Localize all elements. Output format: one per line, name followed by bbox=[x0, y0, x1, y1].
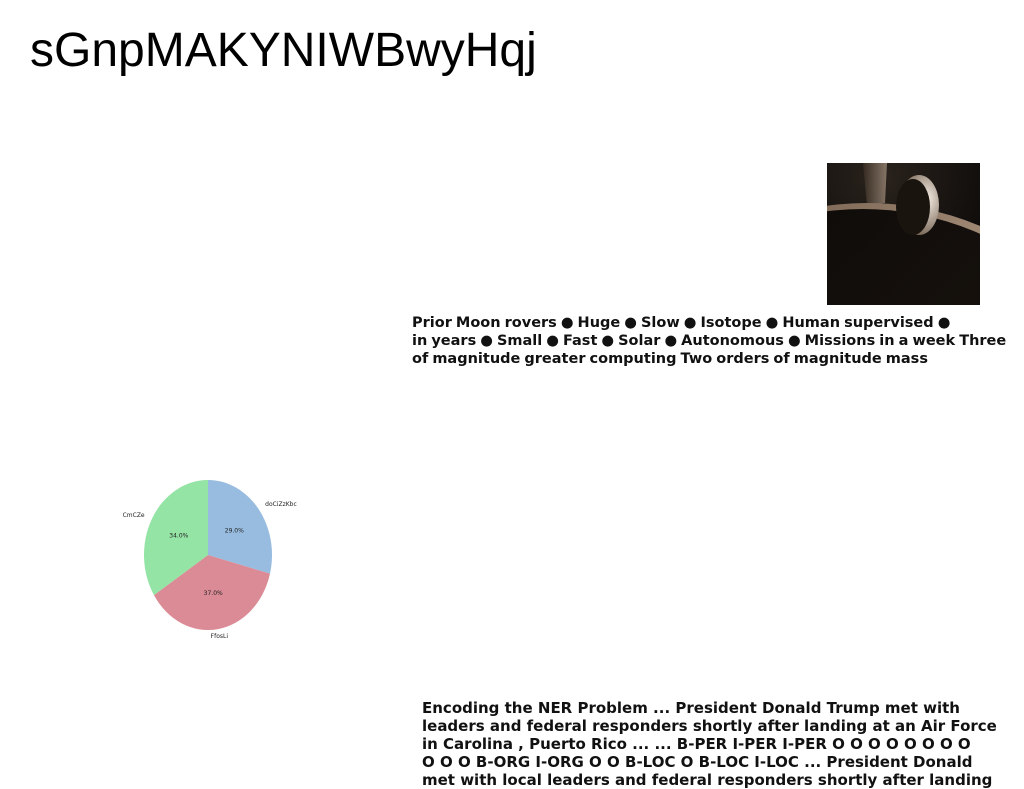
text-line: of magnitude greater computing Two order… bbox=[412, 351, 928, 367]
pie-category-label: FfosLi bbox=[211, 633, 229, 640]
text-line: Encoding the NER Problem ... President D… bbox=[422, 699, 960, 717]
text-line: met with local leaders and federal respo… bbox=[422, 771, 993, 789]
text-line: O O O B-ORG I-ORG O O B-LOC O B-LOC I-LO… bbox=[422, 753, 973, 771]
ner-excerpt-text: Encoding the NER Problem ... President D… bbox=[422, 699, 1024, 789]
text-line: in Carolina , Puerto Rico ... ... B-PER … bbox=[422, 735, 971, 753]
pie-percent-label: 29.0% bbox=[225, 528, 244, 535]
moon-surface-image bbox=[827, 163, 980, 305]
pie-chart: 29.0% doCiZzKbc 37.0% FfosLi 34.0% CmCZe bbox=[118, 472, 308, 644]
pie-percent-label: 37.0% bbox=[204, 590, 223, 597]
pie-category-label: doCiZzKbc bbox=[265, 501, 297, 508]
pie-percent-label: 34.0% bbox=[169, 533, 188, 540]
text-line: leaders and federal responders shortly a… bbox=[422, 717, 997, 735]
pie-category-label: CmCZe bbox=[123, 512, 145, 519]
text-line: in years ● Small ● Fast ● Solar ● Autono… bbox=[412, 333, 1007, 349]
text-line: Prior Moon rovers ● Huge ● Slow ● Isotop… bbox=[412, 315, 951, 331]
page-title: sGnpMAKYNIWBwyHqj bbox=[30, 24, 537, 77]
rover-comparison-text: Prior Moon rovers ● Huge ● Slow ● Isotop… bbox=[412, 314, 1024, 368]
